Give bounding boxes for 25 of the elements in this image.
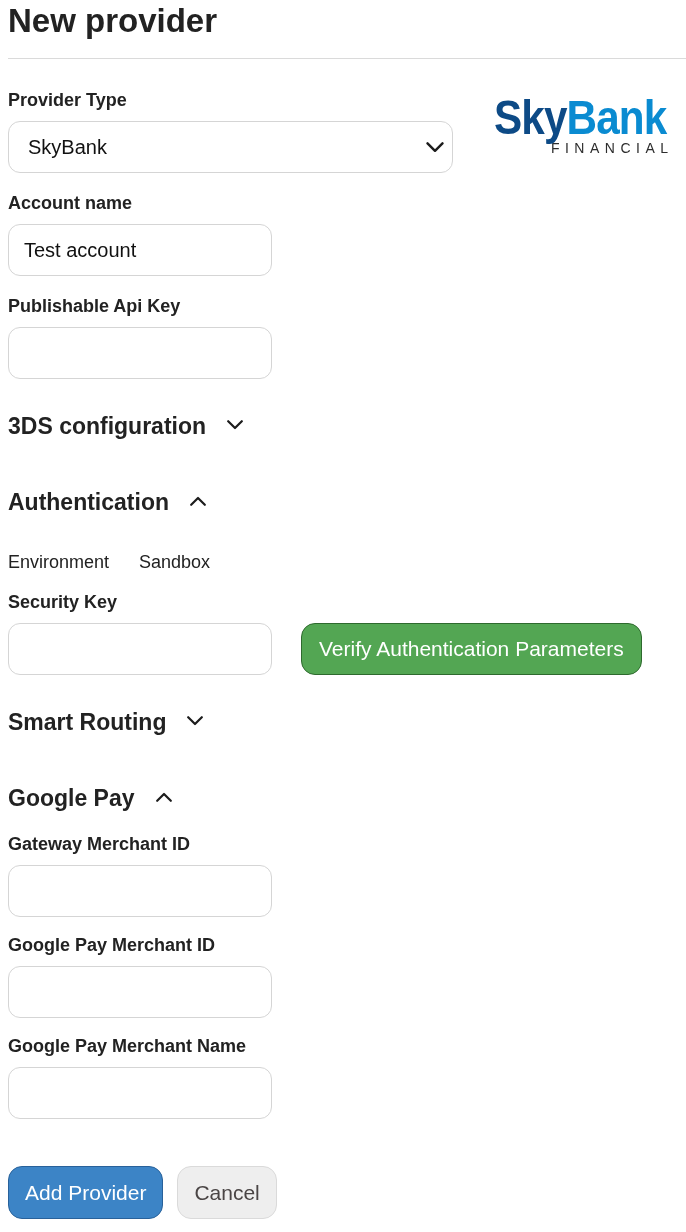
- field-label: Google Pay Merchant Name: [8, 1035, 247, 1057]
- chevron-down-icon: [426, 142, 444, 153]
- field-label: Gateway Merchant ID: [8, 833, 191, 855]
- primary-button[interactable]: Add Provider: [8, 1166, 164, 1219]
- logo-wordmark: SkyBank: [494, 94, 667, 142]
- section-toggle[interactable]: Smart Routing: [8, 707, 204, 737]
- text-field[interactable]: Test account: [8, 224, 272, 276]
- field-label: Security Key: [8, 591, 118, 613]
- text-field[interactable]: [8, 966, 272, 1018]
- info-label: Environment: [8, 551, 110, 574]
- secondary-button[interactable]: Cancel: [177, 1166, 277, 1219]
- text-field[interactable]: [8, 1067, 272, 1119]
- field-label: Account name: [8, 192, 133, 214]
- field-label: Google Pay Merchant ID: [8, 934, 216, 956]
- dropdown-select[interactable]: SkyBank: [8, 121, 453, 173]
- section-toggle[interactable]: Authentication: [8, 487, 206, 517]
- text-field[interactable]: [8, 623, 272, 675]
- section-toggle[interactable]: Google Pay: [8, 783, 172, 813]
- text-field[interactable]: [8, 327, 272, 379]
- field-label: Publishable Api Key: [8, 295, 181, 317]
- section-toggle[interactable]: 3DS configuration: [8, 411, 244, 441]
- page-title: New provider: [8, 1, 218, 41]
- field-label: Provider Type: [8, 89, 127, 111]
- info-value: Sandbox: [139, 551, 211, 574]
- text-field[interactable]: [8, 865, 272, 917]
